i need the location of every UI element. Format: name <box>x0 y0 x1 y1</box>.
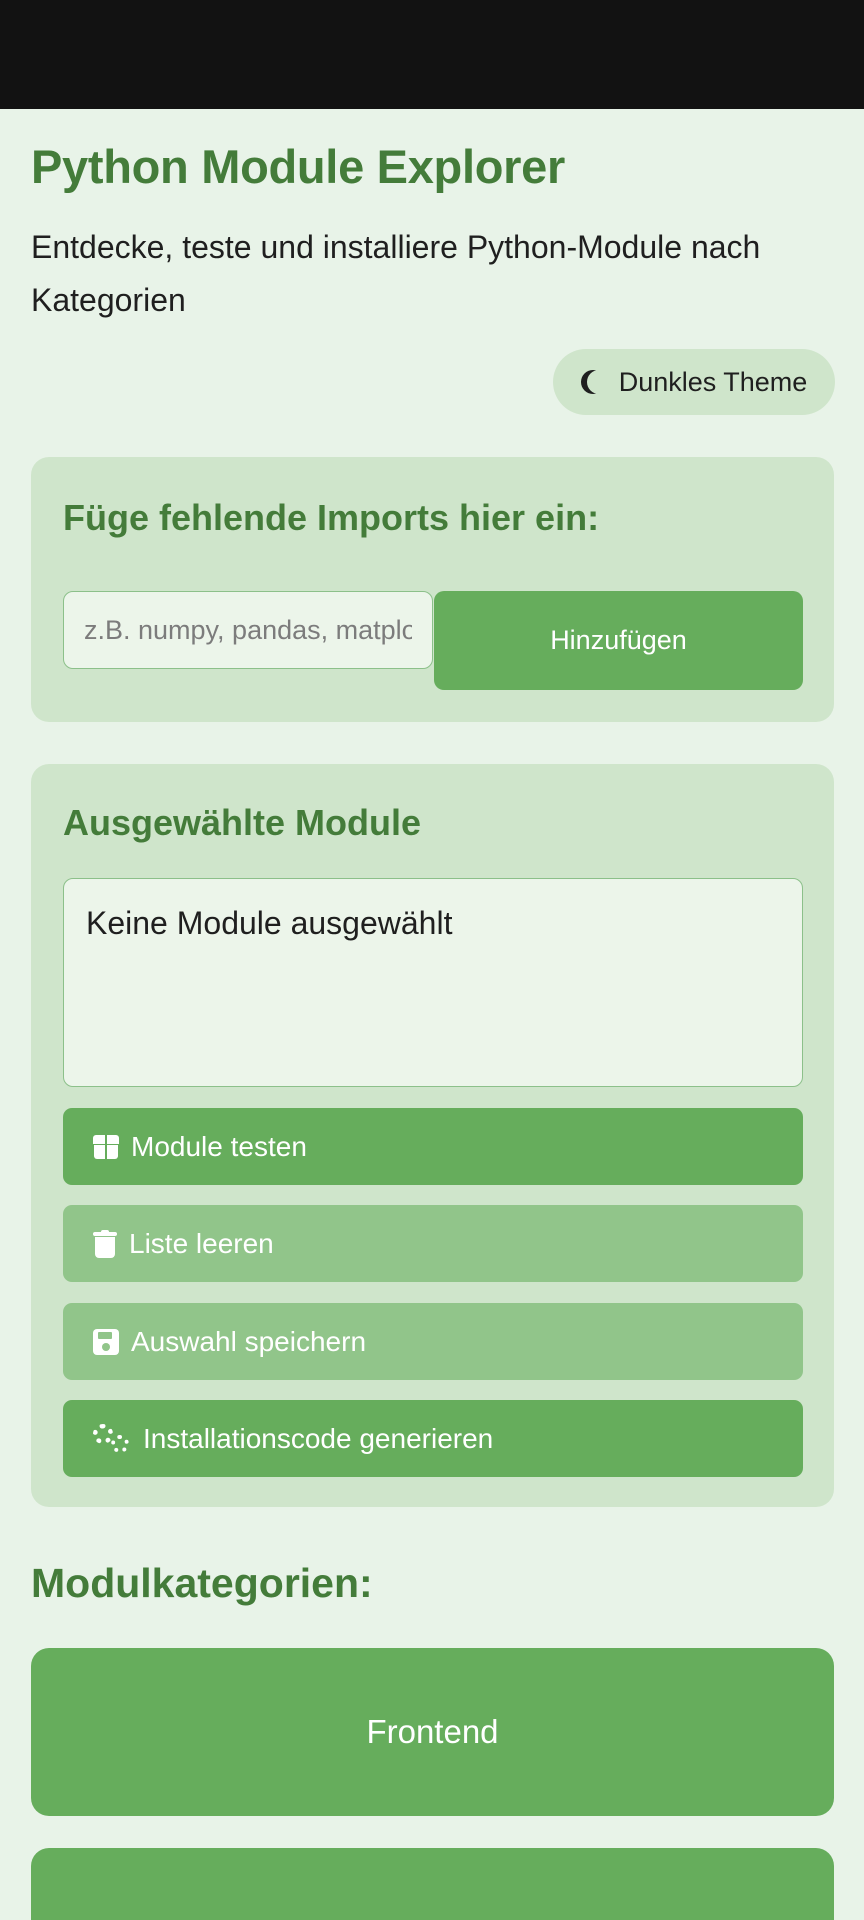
category-button-partial[interactable] <box>31 1848 834 1920</box>
clear-list-button[interactable]: Liste leeren <box>63 1205 803 1282</box>
save-selection-button[interactable]: Auswahl speichern <box>63 1303 803 1380</box>
save-icon <box>93 1328 119 1355</box>
selected-modules-card: Ausgewählte Module Keine Module ausgewäh… <box>31 764 834 1507</box>
theme-toggle-label: Dunkles Theme <box>618 366 808 397</box>
gift-icon <box>93 1134 119 1159</box>
import-card: Füge fehlende Imports hier ein: Hinzufüg… <box>31 457 834 722</box>
selected-modules-list: Keine Module ausgewählt <box>63 878 803 1087</box>
import-input[interactable] <box>63 591 433 669</box>
clear-list-label: Liste leeren <box>129 1227 274 1259</box>
moon-icon <box>587 370 611 394</box>
generate-install-code-label: Installationscode generieren <box>143 1422 494 1454</box>
import-card-title: Füge fehlende Imports hier ein: <box>63 497 600 538</box>
page: Python Module Explorer Entdecke, teste u… <box>0 109 864 1920</box>
generate-install-code-button[interactable]: Installationscode generieren <box>63 1400 803 1477</box>
category-label: Frontend <box>366 1713 499 1750</box>
page-title: Python Module Explorer <box>31 140 565 193</box>
save-selection-label: Auswahl speichern <box>131 1325 367 1357</box>
selected-modules-title: Ausgewählte Module <box>63 802 422 843</box>
test-modules-label: Module testen <box>131 1130 307 1162</box>
categories-title: Modulkategorien: <box>31 1560 373 1606</box>
theme-toggle-button[interactable]: Dunkles Theme <box>553 349 835 415</box>
test-modules-button[interactable]: Module testen <box>63 1108 803 1185</box>
category-frontend-button[interactable]: Frontend <box>31 1648 834 1816</box>
add-button[interactable]: Hinzufügen <box>434 591 803 690</box>
page-subtitle: Entdecke, teste und installiere Python-M… <box>31 229 761 318</box>
cogs-icon <box>93 1423 131 1454</box>
empty-state-text: Keine Module ausgewählt <box>86 905 453 941</box>
trash-icon <box>93 1229 117 1258</box>
system-status-bar <box>0 0 864 109</box>
